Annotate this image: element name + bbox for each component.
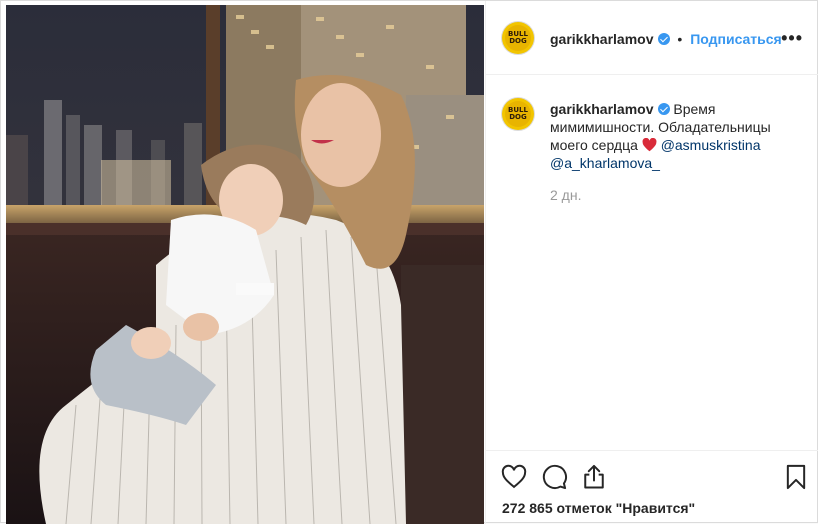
save-bookmark-icon[interactable] — [782, 463, 810, 491]
caption-username[interactable]: garikkharlamov — [550, 101, 654, 117]
avatar-logo-text: BULL DOG — [508, 30, 528, 45]
caption-avatar-logo-text: BULL DOG — [508, 106, 528, 121]
comment-icon[interactable] — [540, 463, 568, 491]
mention-link[interactable]: @a_kharlamova_ — [550, 155, 660, 171]
post-photo[interactable] — [6, 5, 484, 524]
mention-link[interactable]: @asmuskristina — [661, 137, 761, 153]
post-age: 2 дн. — [550, 187, 582, 203]
post-caption: garikkharlamov Время мимимишности. Облад… — [550, 100, 795, 172]
caption-verified-badge-icon — [657, 103, 670, 115]
avatar[interactable]: BULL DOG — [502, 22, 534, 54]
post-header: BULL DOG garikkharlamov • Подписаться ••… — [486, 1, 818, 75]
header-username[interactable]: garikkharlamov — [550, 31, 654, 47]
header-row: garikkharlamov • Подписаться — [550, 31, 782, 47]
instagram-post: BULL DOG garikkharlamov • Подписаться ••… — [0, 0, 818, 524]
post-sidebar: BULL DOG garikkharlamov • Подписаться ••… — [485, 1, 818, 524]
post-actions: 272 865 отметок "Нравится" — [486, 450, 818, 524]
follow-button[interactable]: Подписаться — [690, 31, 782, 47]
likes-count[interactable]: 272 865 отметок "Нравится" — [502, 500, 695, 516]
like-heart-icon[interactable] — [500, 463, 528, 491]
verified-badge-icon — [657, 33, 670, 45]
photo-illustration — [6, 5, 484, 524]
share-icon[interactable] — [580, 463, 608, 491]
caption-avatar[interactable]: BULL DOG — [502, 98, 534, 130]
heart-emoji-icon — [642, 138, 657, 152]
more-options-icon[interactable]: ••• — [781, 28, 803, 49]
header-separator: • — [677, 31, 683, 47]
